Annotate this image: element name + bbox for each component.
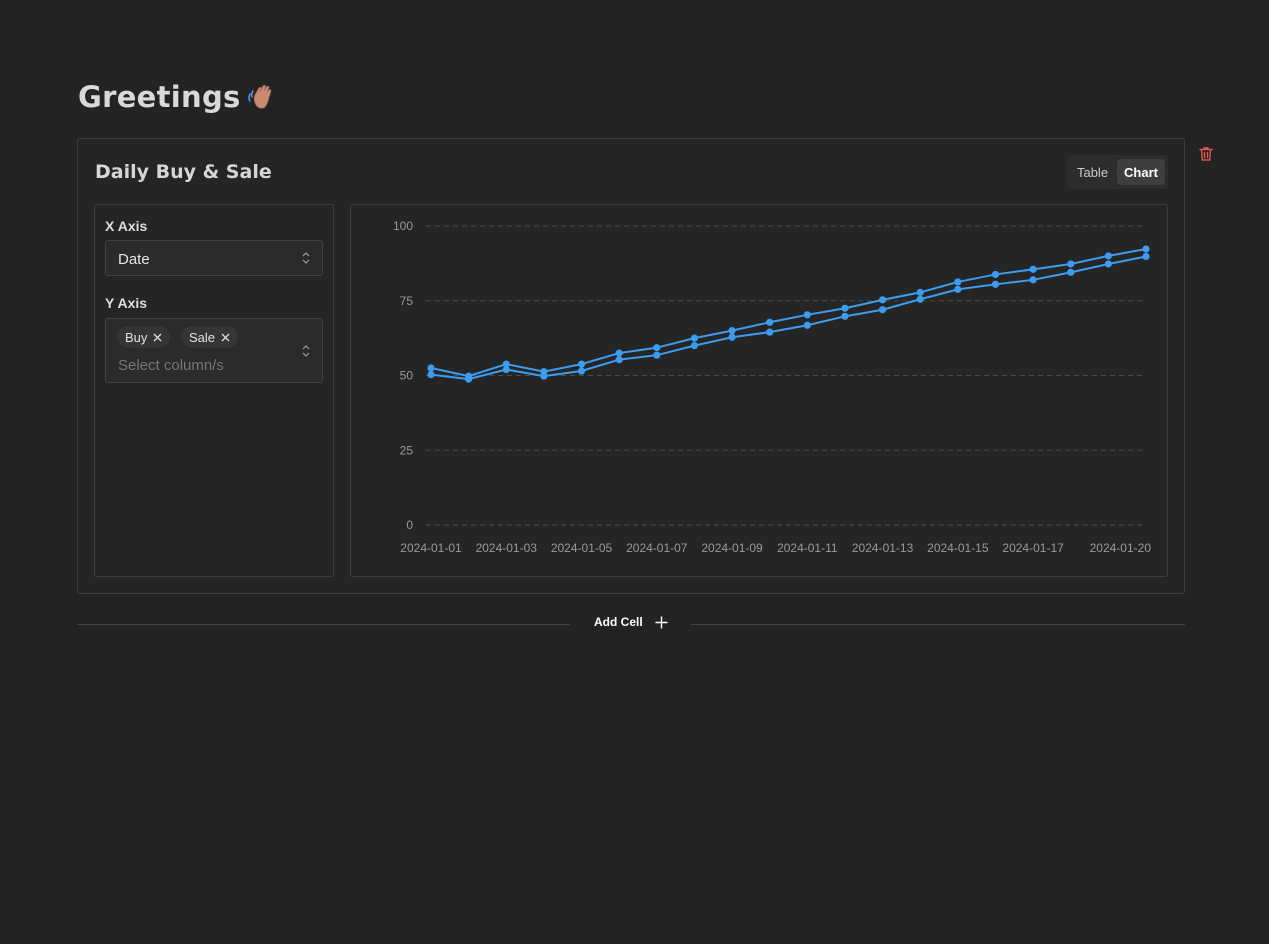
- x-tick-label: 2024-01-15: [927, 541, 989, 555]
- data-point-sale: [878, 306, 887, 314]
- data-point-sale: [577, 367, 586, 375]
- y-tick-label: 50: [400, 369, 414, 383]
- data-point-sale: [766, 328, 774, 336]
- x-tick-label: 2024-01-09: [701, 541, 763, 555]
- chart-cell: Daily Buy & Sale Table Chart X Axis Date…: [77, 138, 1185, 594]
- page: Greetings Daily Buy & Sale Table Chart X…: [0, 0, 1269, 944]
- data-point-buy: [1142, 245, 1150, 253]
- data-point-buy: [803, 311, 811, 319]
- data-point-buy: [615, 349, 623, 357]
- data-point-buy: [766, 318, 774, 326]
- chevron-updown-icon: [302, 251, 310, 265]
- data-point-sale: [690, 342, 699, 350]
- data-point-sale: [991, 280, 1000, 288]
- divider-right: [691, 624, 1185, 625]
- page-title: Greetings: [78, 80, 275, 114]
- data-point-buy: [690, 334, 699, 342]
- plus-icon: [655, 616, 668, 628]
- chart-panel: 0 25 50 75 100 2024-01-01 2024-01-03 2024-01-05…: [350, 204, 1168, 577]
- data-point-buy: [1067, 260, 1075, 268]
- y-tick-label: 75: [400, 294, 414, 308]
- data-point-buy: [1104, 252, 1112, 260]
- x-axis-label: X Axis: [105, 218, 148, 234]
- x-tick-label: 2024-01-20: [1090, 541, 1152, 555]
- data-point-buy: [878, 296, 887, 304]
- y-axis-multiselect[interactable]: Buy Sale Select column/s: [105, 318, 323, 383]
- chip-sale: Sale: [181, 326, 239, 348]
- x-tick-label: 2024-01-05: [551, 541, 613, 555]
- data-point-buy: [954, 278, 962, 286]
- y-tick-label: 100: [393, 219, 413, 233]
- add-cell-label: Add Cell: [594, 615, 643, 629]
- data-point-sale: [653, 351, 661, 359]
- x-tick-label: 2024-01-11: [777, 541, 838, 555]
- series-line-buy: [430, 248, 1147, 378]
- y-tick-label: 25: [400, 443, 414, 457]
- data-point-buy: [728, 327, 736, 335]
- data-point-sale: [1142, 252, 1150, 261]
- data-point-sale: [427, 371, 435, 379]
- y-tick-label: 0: [406, 518, 413, 532]
- line-chart: 0 25 50 75 100 2024-01-01 2024-01-03 2024-01-05…: [393, 219, 1152, 555]
- data-point-buy: [841, 304, 849, 312]
- add-cell-button[interactable]: Add Cell: [594, 615, 668, 629]
- data-point-buy: [653, 344, 661, 352]
- data-point-sale: [954, 285, 962, 293]
- x-tick-label: 2024-01-01: [400, 541, 462, 555]
- data-point-sale: [916, 295, 924, 303]
- data-point-sale: [465, 375, 473, 383]
- view-toggle: Table Chart: [1066, 155, 1168, 189]
- close-icon[interactable]: [153, 333, 162, 342]
- x-tick-label: 2024-01-03: [476, 541, 538, 555]
- x-axis-value: Date: [118, 251, 150, 268]
- cell-title: Daily Buy & Sale: [95, 161, 272, 183]
- data-point-buy: [577, 360, 586, 368]
- chip-label: Buy: [125, 329, 148, 345]
- toggle-chart[interactable]: Chart: [1117, 159, 1165, 185]
- data-point-buy: [916, 288, 924, 296]
- y-axis-placeholder: Select column/s: [118, 357, 224, 374]
- x-tick-label: 2024-01-13: [852, 541, 914, 555]
- close-icon[interactable]: [221, 333, 230, 342]
- x-axis-select[interactable]: Date: [105, 240, 323, 276]
- data-point-buy: [1029, 265, 1037, 273]
- data-point-buy: [991, 270, 1000, 279]
- data-point-sale: [502, 365, 510, 374]
- chevron-updown-icon: [302, 344, 310, 358]
- trash-icon[interactable]: [1197, 145, 1215, 163]
- page-title-text: Greetings: [78, 80, 241, 114]
- data-point-sale: [841, 312, 849, 320]
- x-tick-label: 2024-01-17: [1002, 541, 1064, 555]
- chip-label: Sale: [189, 329, 216, 345]
- data-point-sale: [1029, 276, 1037, 284]
- chart-config-panel: X Axis Date Y Axis Buy Sale Select colum…: [94, 204, 334, 577]
- y-axis-label: Y Axis: [105, 295, 148, 311]
- waving-hand-icon: [247, 82, 275, 112]
- data-point-buy: [427, 364, 435, 372]
- toggle-table[interactable]: Table: [1070, 159, 1115, 185]
- data-point-sale: [728, 333, 736, 341]
- data-point-sale: [540, 372, 548, 380]
- x-tick-label: 2024-01-07: [626, 541, 688, 555]
- data-point-sale: [615, 356, 623, 364]
- data-point-sale: [803, 321, 811, 329]
- add-cell-row: Add Cell: [77, 613, 1185, 637]
- divider-left: [77, 624, 570, 625]
- data-point-sale: [1104, 260, 1112, 268]
- chip-buy: Buy: [117, 326, 171, 348]
- data-point-sale: [1067, 268, 1075, 276]
